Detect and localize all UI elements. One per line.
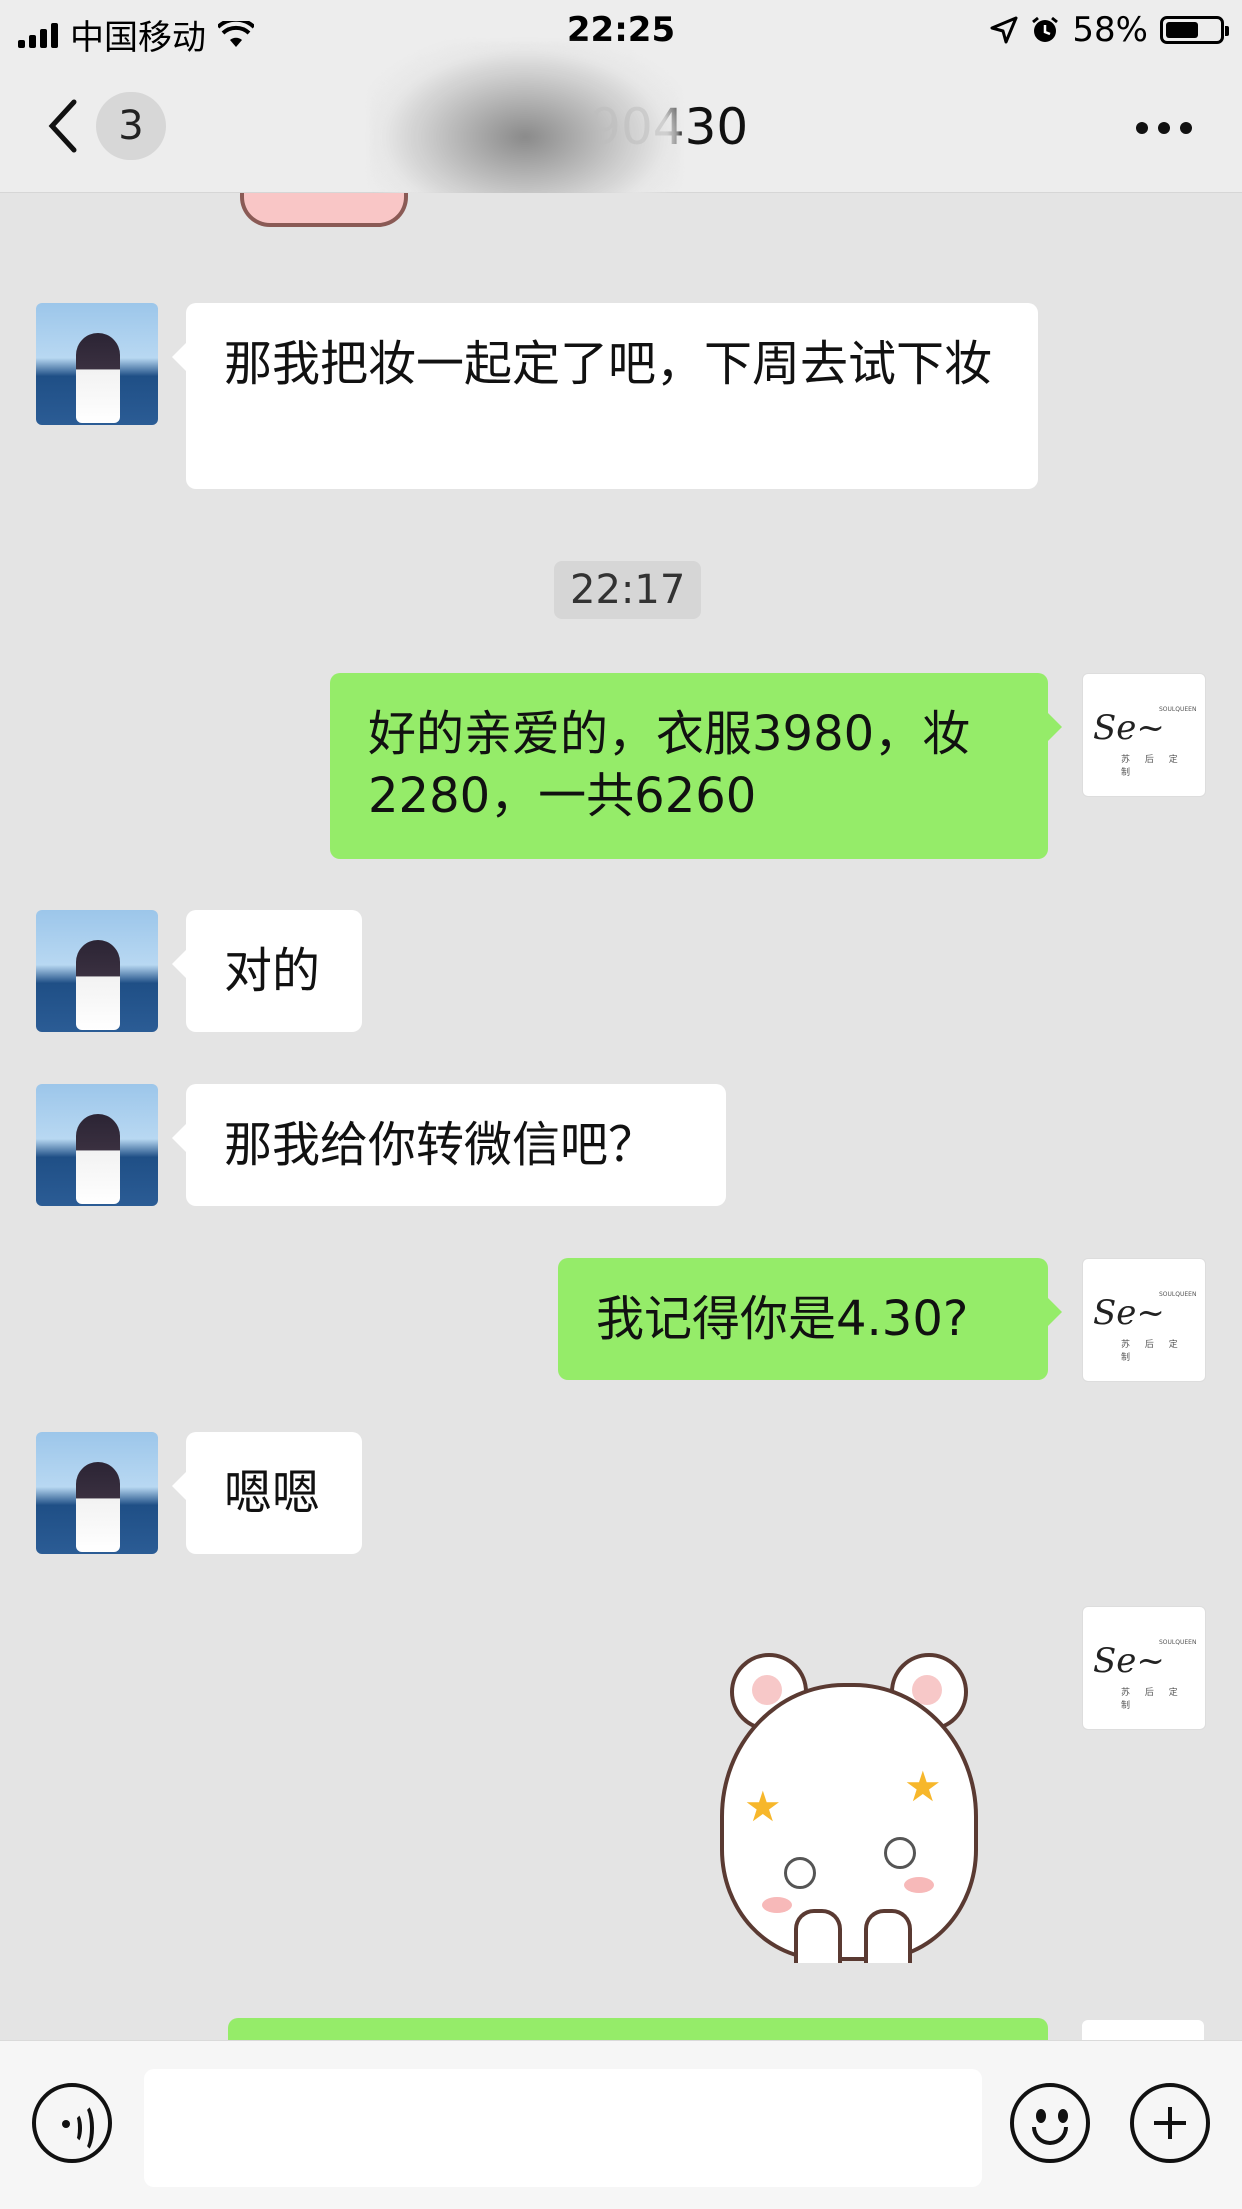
more-icon[interactable] — [1136, 122, 1192, 134]
contact-avatar[interactable] — [36, 303, 158, 425]
input-bar — [0, 2040, 1242, 2209]
message-bubble-outgoing[interactable]: 好的亲爱的，衣服3980，妆2280，一共6260 — [330, 673, 1062, 859]
my-avatar-partial[interactable] — [1082, 2020, 1204, 2040]
plus-icon[interactable] — [1130, 2083, 1210, 2163]
alarm-icon — [1032, 16, 1059, 42]
message-bubble-incoming[interactable]: 那我给你转微信吧？ — [172, 1084, 726, 1206]
chat-header: 3 20190430 — [0, 42, 1242, 232]
chat-area[interactable]: 那我把妆一起定了吧，下周去试下妆 22:17 Se~ SOULQUEEN 苏 后 定… — [0, 193, 1242, 2040]
emoji-icon[interactable] — [1010, 2083, 1090, 2163]
sticker-partial — [240, 193, 408, 227]
message-bubble-incoming[interactable]: 嗯嗯 — [172, 1432, 362, 1554]
timestamp-chip: 22:17 — [554, 561, 702, 619]
contact-avatar[interactable] — [36, 910, 158, 1032]
battery-icon — [1160, 16, 1229, 44]
message-bubble-incoming[interactable]: 那我把妆一起定了吧，下周去试下妆 — [172, 303, 1038, 489]
message-bubble-incoming[interactable]: 对的 — [172, 910, 362, 1032]
contact-avatar[interactable] — [36, 1084, 158, 1206]
my-avatar[interactable]: Se~ SOULQUEEN 苏 后 定 制 — [1082, 673, 1206, 797]
status-right: 58% — [990, 10, 1229, 50]
message-bubble-outgoing[interactable]: 我记得你是4.30? — [558, 1258, 1062, 1380]
dizzy-bear-sticker[interactable]: ★ ★ — [700, 1653, 990, 1973]
location-icon — [990, 16, 1018, 44]
battery-percent: 58% — [1072, 10, 1148, 50]
contact-avatar[interactable] — [36, 1432, 158, 1554]
message-bubble-outgoing-partial[interactable] — [228, 2018, 1048, 2040]
my-avatar[interactable]: Se~ SOULQUEEN 苏 后 定 制 — [1082, 1606, 1206, 1730]
voice-icon[interactable] — [32, 2083, 112, 2163]
message-input[interactable] — [144, 2069, 982, 2187]
my-avatar[interactable]: Se~ SOULQUEEN 苏 后 定 制 — [1082, 1258, 1206, 1382]
